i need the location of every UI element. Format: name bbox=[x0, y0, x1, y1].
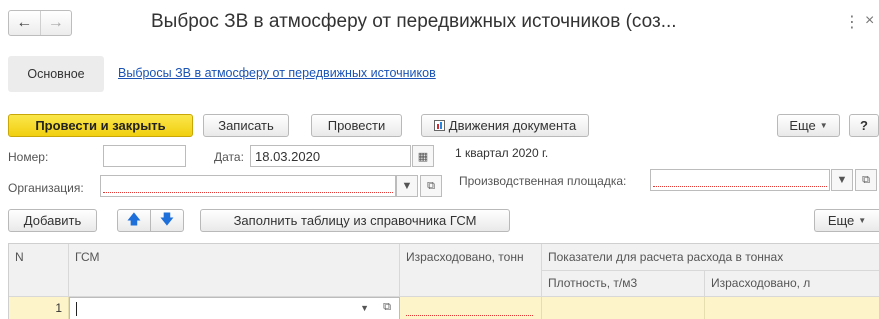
tab-main-label: Основное bbox=[27, 67, 85, 81]
move-up-button[interactable]: 🡅 bbox=[117, 209, 151, 232]
arrow-right-icon: → bbox=[47, 14, 64, 31]
organization-field[interactable] bbox=[100, 175, 396, 197]
more-button-label: Еще bbox=[789, 118, 816, 133]
add-button[interactable]: Добавить bbox=[8, 209, 97, 232]
column-header-density[interactable]: Плотность, т/м3 bbox=[542, 271, 705, 297]
help-button[interactable]: ? bbox=[849, 114, 879, 137]
save-button[interactable]: Записать bbox=[203, 114, 289, 137]
site-field[interactable] bbox=[650, 169, 830, 191]
arrow-up-icon: 🡅 bbox=[126, 210, 142, 227]
report-icon bbox=[433, 120, 445, 131]
move-down-button[interactable]: 🡇 bbox=[150, 209, 184, 232]
organization-dropdown-icon[interactable]: ▼ bbox=[396, 175, 418, 197]
calendar-icon[interactable]: ▦ bbox=[412, 145, 434, 167]
spent-tons-required-marker bbox=[406, 315, 533, 316]
arrow-down-icon: 🡇 bbox=[159, 210, 175, 227]
number-field[interactable] bbox=[103, 145, 186, 167]
table-more-label: Еще bbox=[827, 213, 855, 228]
cell-n: 1 bbox=[9, 297, 69, 319]
organization-label: Организация: bbox=[8, 181, 84, 195]
gsm-open-icon[interactable]: ⧉ bbox=[383, 301, 391, 314]
period-text: 1 квартал 2020 г. bbox=[455, 146, 549, 160]
tab-main[interactable]: Основное bbox=[8, 56, 104, 92]
page-title: Выброс ЗВ в атмосферу от передвижных ист… bbox=[151, 11, 677, 32]
navigation-buttons: ← → bbox=[8, 10, 72, 36]
caret-down-icon: ▼ bbox=[858, 216, 867, 225]
caret-down-icon: ▼ bbox=[819, 121, 828, 130]
row-number: 1 bbox=[55, 301, 62, 315]
column-header-n[interactable]: N bbox=[9, 244, 69, 297]
document-movements-button[interactable]: Движения документа bbox=[421, 114, 589, 137]
forward-button[interactable]: → bbox=[39, 11, 72, 35]
cell-gsm[interactable]: ▼ ⧉ bbox=[69, 297, 400, 319]
more-options-icon[interactable]: ⋮ bbox=[844, 12, 860, 32]
column-group-header-indicators: Показатели для расчета расхода в тоннах bbox=[542, 244, 879, 271]
table-more-button[interactable]: Еще ▼ bbox=[814, 209, 879, 232]
site-open-icon[interactable]: ⧉ bbox=[855, 169, 877, 191]
post-and-close-button[interactable]: Провести и закрыть bbox=[8, 114, 193, 137]
site-dropdown-icon[interactable]: ▼ bbox=[831, 169, 853, 191]
column-header-gsm[interactable]: ГСМ bbox=[69, 244, 400, 297]
column-header-spent-tons[interactable]: Израсходовано, тонн bbox=[400, 244, 542, 297]
arrow-left-icon: ← bbox=[16, 14, 33, 31]
column-header-spent-liters[interactable]: Израсходовано, л bbox=[705, 271, 879, 297]
tab-link-emissions[interactable]: Выбросы ЗВ в атмосферу от передвижных ис… bbox=[118, 66, 436, 80]
cell-density[interactable] bbox=[542, 297, 705, 319]
gsm-dropdown-icon[interactable]: ▼ bbox=[360, 303, 369, 313]
site-label: Производственная площадка: bbox=[459, 174, 627, 188]
site-required-marker bbox=[653, 186, 827, 187]
organization-open-icon[interactable]: ⧉ bbox=[420, 175, 442, 197]
gsm-table: N ГСМ Израсходовано, тонн Показатели для… bbox=[8, 243, 879, 319]
table-row[interactable]: 1 ▼ ⧉ bbox=[9, 297, 879, 319]
more-button[interactable]: Еще ▼ bbox=[777, 114, 840, 137]
document-movements-label: Движения документа bbox=[448, 118, 577, 133]
date-label: Дата: bbox=[214, 150, 244, 164]
back-button[interactable]: ← bbox=[9, 11, 40, 35]
post-button[interactable]: Провести bbox=[311, 114, 402, 137]
organization-required-marker bbox=[103, 192, 393, 193]
cell-spent-liters[interactable] bbox=[705, 297, 879, 319]
cell-spent-tons[interactable] bbox=[400, 297, 542, 319]
fill-from-gsm-button[interactable]: Заполнить таблицу из справочника ГСМ bbox=[200, 209, 510, 232]
text-cursor bbox=[76, 302, 77, 316]
close-icon[interactable]: × bbox=[865, 12, 874, 30]
number-label: Номер: bbox=[8, 150, 49, 164]
date-field[interactable]: 18.03.2020 bbox=[250, 145, 411, 167]
